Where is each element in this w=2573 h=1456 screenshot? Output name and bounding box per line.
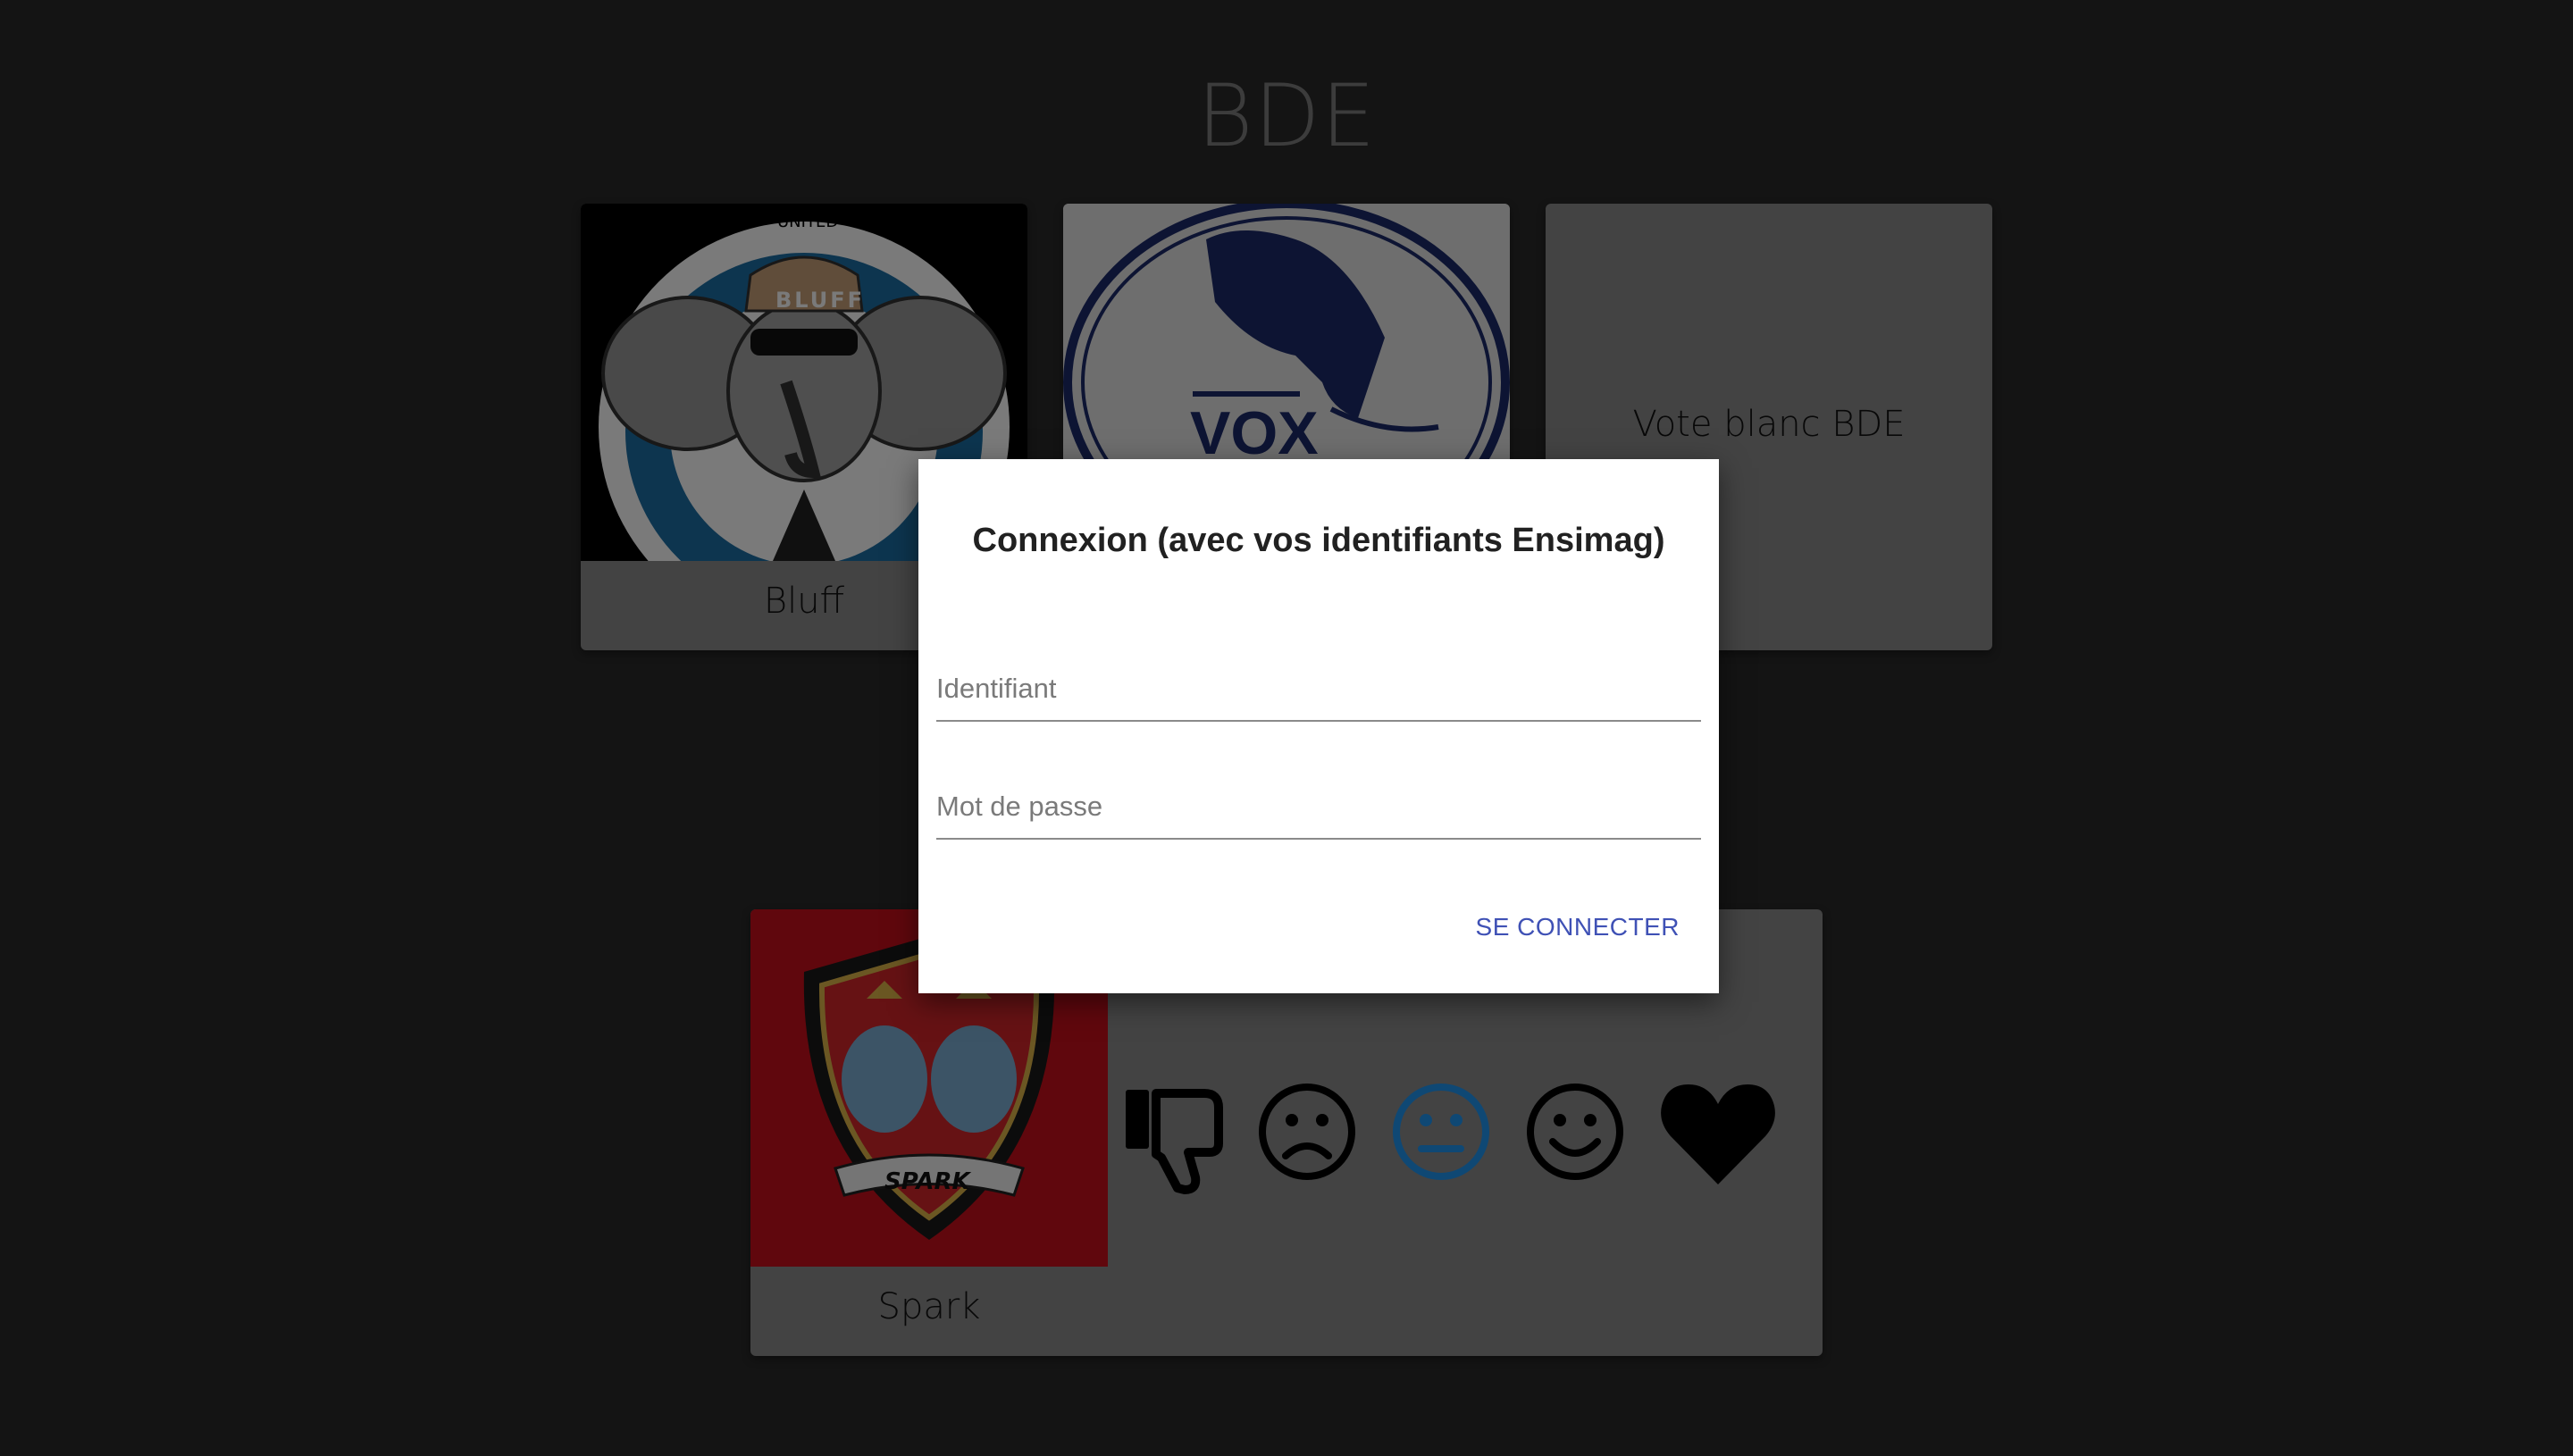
username-input[interactable] (936, 657, 1701, 720)
bluff-logo-cap-text: BLUFF (775, 288, 866, 313)
card-label-vote-blanc: Vote blanc BDE (1632, 404, 1906, 445)
sad-face-icon[interactable] (1256, 1081, 1358, 1183)
bluff-logo-ring-text: UNITED (777, 213, 839, 231)
thumbs-down-icon[interactable] (1122, 1081, 1229, 1197)
vox-logo-text: VOX (1190, 399, 1319, 467)
username-field (936, 657, 1701, 722)
card-label-spark: Spark (877, 1286, 981, 1327)
neutral-face-icon[interactable] (1390, 1081, 1492, 1183)
spark-logo-text: SPARK (884, 1168, 970, 1195)
se-connecter-button[interactable]: SE CONNECTER (1469, 906, 1687, 949)
password-input[interactable] (936, 775, 1701, 838)
heart-icon[interactable] (1658, 1081, 1778, 1188)
page-title: BDE (1196, 66, 1377, 166)
vote-options (1122, 1081, 1819, 1197)
login-dialog-title: Connexion (avec vos identifiants Ensimag… (972, 522, 1665, 559)
smile-face-icon[interactable] (1524, 1081, 1626, 1183)
login-dialog: Connexion (avec vos identifiants Ensimag… (918, 459, 1719, 993)
password-field (936, 775, 1701, 840)
